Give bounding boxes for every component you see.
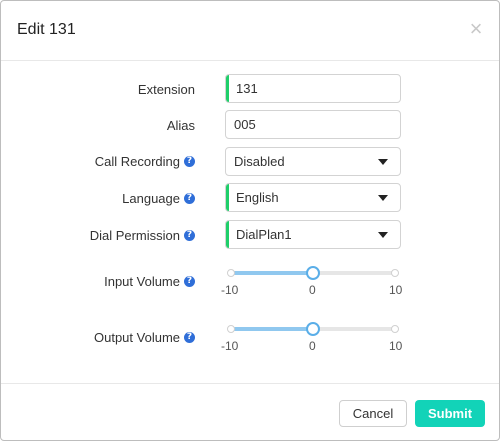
slider-mid-label: 0 [309, 339, 316, 353]
extension-value: 131 [236, 81, 258, 96]
input-volume-label-text: Input Volume [104, 273, 180, 289]
dial-permission-value: DialPlan1 [236, 227, 292, 242]
edit-extension-dialog: Edit 131 × Extension 131 Alias 005 Call … [0, 0, 500, 441]
slider-max-dot [391, 269, 399, 277]
help-icon[interactable]: ? [184, 192, 195, 204]
language-label: Language ? [1, 188, 195, 208]
caret-down-icon [378, 195, 388, 201]
output-volume-slider[interactable]: -10 0 10 [221, 322, 402, 353]
slider-min-label: -10 [221, 339, 239, 353]
help-icon[interactable]: ? [184, 155, 195, 167]
output-volume-label: Output Volume ? [1, 327, 195, 347]
submit-button[interactable]: Submit [415, 400, 485, 427]
dial-permission-label-text: Dial Permission [89, 227, 180, 243]
close-icon[interactable]: × [467, 18, 485, 40]
dialog-title: Edit 131 [17, 21, 76, 38]
help-icon[interactable]: ? [184, 275, 195, 287]
slider-min-dot [227, 325, 235, 333]
alias-input[interactable]: 005 [225, 110, 401, 139]
slider-handle[interactable] [306, 266, 320, 280]
slider-handle[interactable] [306, 322, 320, 336]
language-label-text: Language [122, 190, 180, 206]
call-recording-select[interactable]: Disabled [225, 147, 401, 176]
slider-max-label: 10 [389, 283, 403, 297]
help-icon[interactable]: ? [184, 331, 195, 343]
slider-fill [230, 271, 312, 275]
slider-fill [230, 327, 312, 331]
slider-mid-label: 0 [309, 283, 316, 297]
call-recording-label: Call Recording ? [1, 151, 195, 171]
language-select[interactable]: English [225, 183, 401, 212]
alias-value: 005 [234, 117, 256, 132]
output-volume-label-text: Output Volume [94, 329, 180, 345]
call-recording-value: Disabled [234, 154, 285, 169]
slider-min-dot [227, 269, 235, 277]
extension-input[interactable]: 131 [225, 74, 401, 103]
slider-max-label: 10 [389, 339, 403, 353]
alias-label-text: Alias [166, 117, 195, 133]
dialog-header: Edit 131 × [1, 1, 499, 61]
caret-down-icon [378, 232, 388, 238]
slider-max-dot [391, 325, 399, 333]
dial-permission-label: Dial Permission ? [1, 225, 195, 245]
extension-label: Extension [1, 79, 195, 99]
language-value: English [236, 190, 279, 205]
dialog-footer [1, 383, 499, 384]
dial-permission-select[interactable]: DialPlan1 [225, 220, 401, 249]
call-recording-label-text: Call Recording [94, 153, 180, 169]
slider-min-label: -10 [221, 283, 239, 297]
alias-label: Alias [1, 115, 195, 135]
cancel-button[interactable]: Cancel [339, 400, 407, 427]
caret-down-icon [378, 159, 388, 165]
input-volume-label: Input Volume ? [1, 271, 195, 291]
extension-label-text: Extension [137, 81, 195, 97]
input-volume-slider[interactable]: -10 0 10 [221, 266, 402, 297]
help-icon[interactable]: ? [184, 229, 195, 241]
